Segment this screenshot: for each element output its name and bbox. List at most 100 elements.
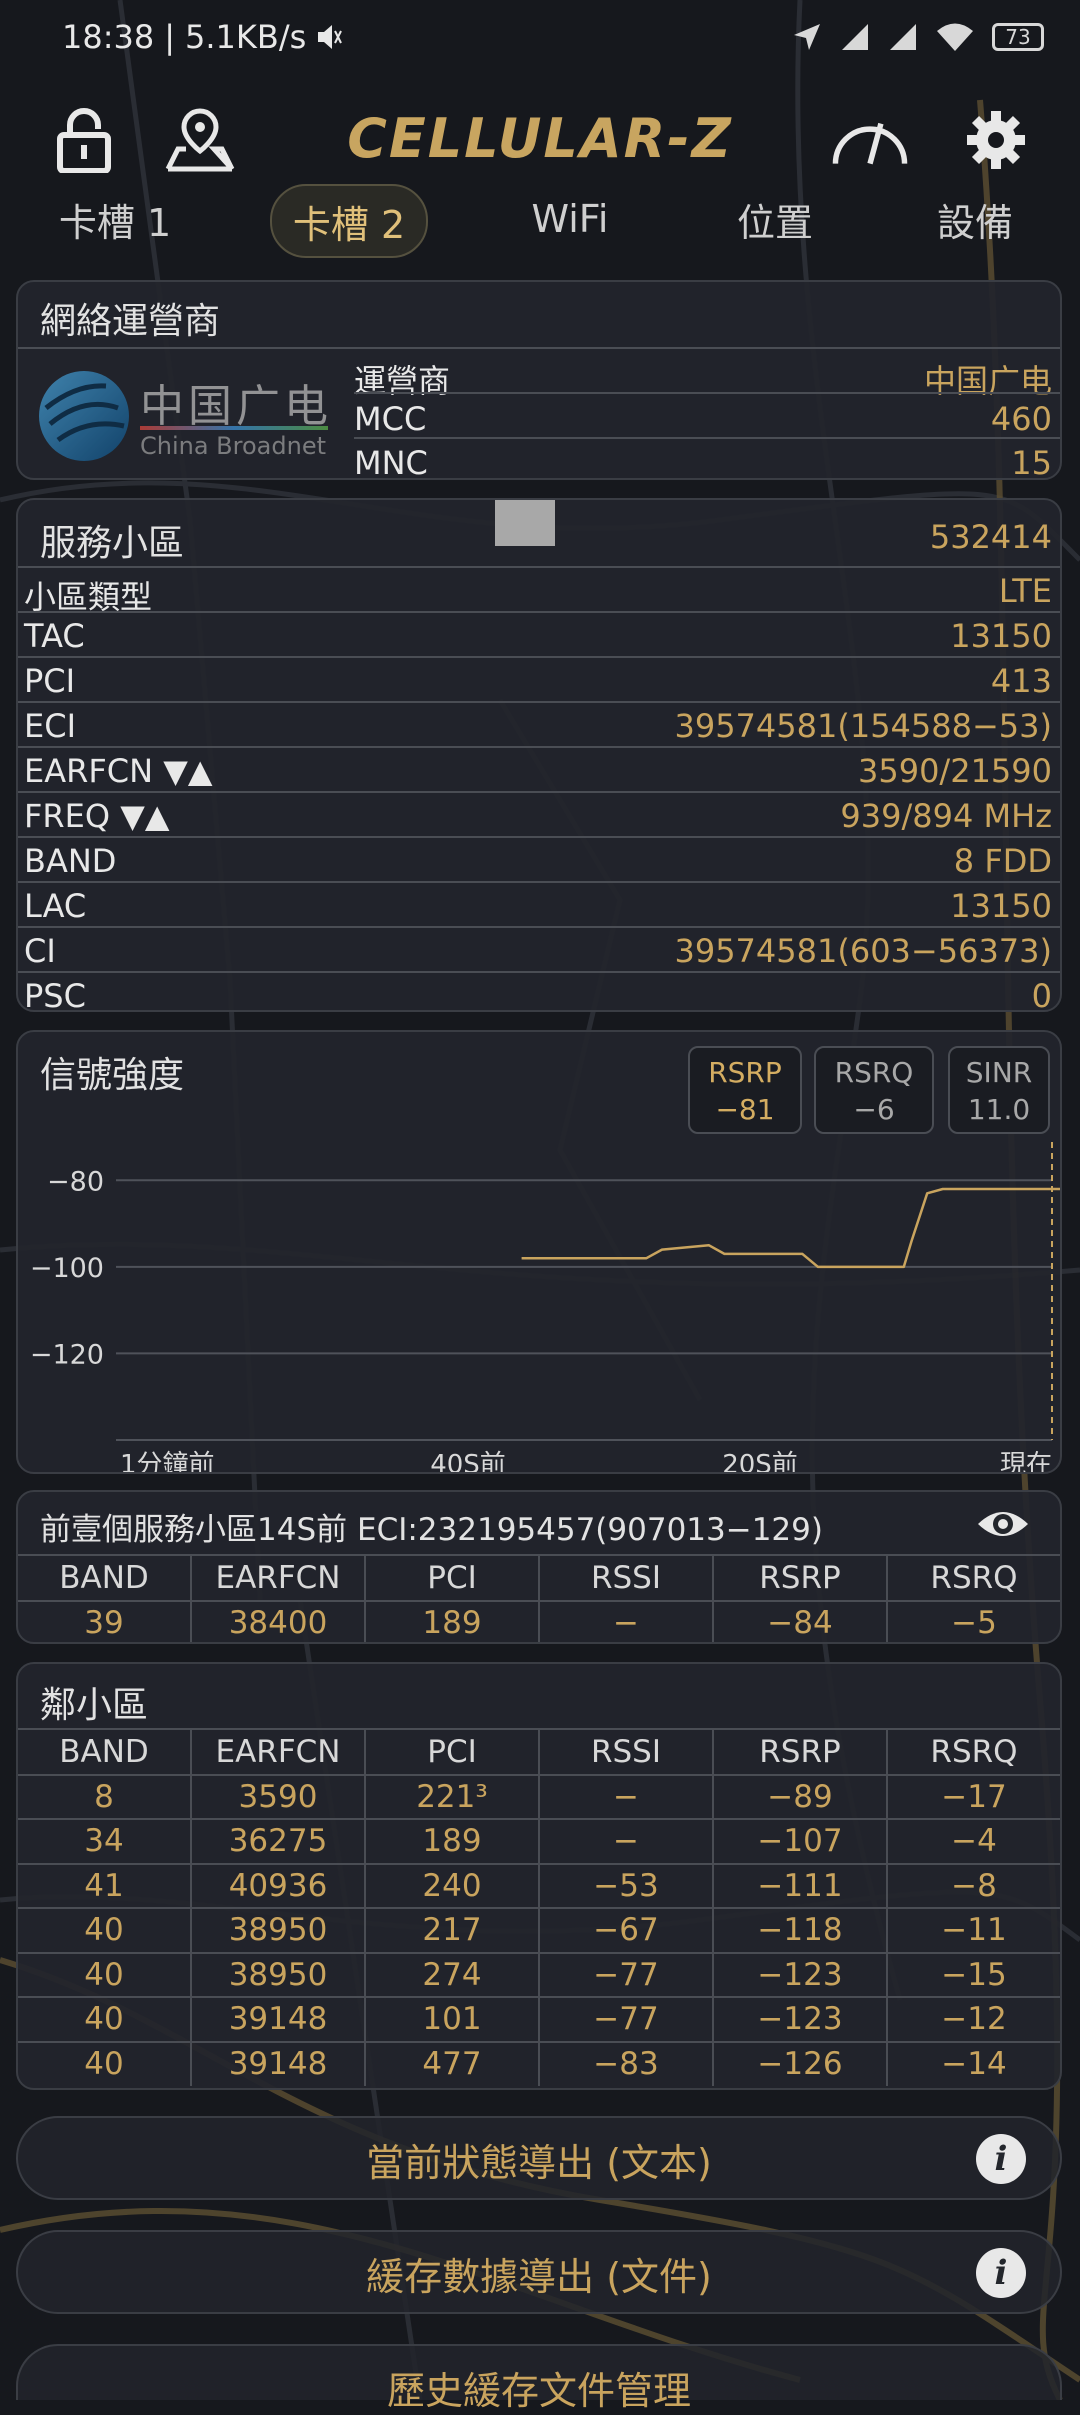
table-row: 39 38400 189− −84 −5 <box>18 1600 1060 1642</box>
tab-sim1[interactable]: 卡槽 1 <box>40 184 190 254</box>
neighbors-title: 鄰小區 <box>40 1685 149 1726</box>
table-cell: −8 <box>951 1867 997 1904</box>
status-left: 18:38 | 5.1KB/s <box>62 18 343 56</box>
tab-location[interactable]: 位置 <box>700 184 850 254</box>
history-files-button[interactable]: 歷史緩存文件管理 <box>16 2344 1062 2413</box>
battery-icon: 73 <box>992 23 1044 51</box>
table-row: 40 38950 217 −67 −118 −11 <box>18 1908 1060 1952</box>
table-cell: 40 <box>18 1908 192 1952</box>
table-cell: −15 <box>941 1956 1007 1993</box>
table-cell: 39148 <box>192 2041 366 2086</box>
tab-wifi[interactable]: WiFi <box>500 184 640 254</box>
serving-row[interactable]: BAND 8 FDD <box>18 838 1060 883</box>
export-text-button[interactable]: 當前狀態導出 (文本) i <box>16 2116 1062 2200</box>
info-icon[interactable]: i <box>976 2134 1026 2184</box>
column-header: RSSI <box>540 1556 714 1600</box>
eye-icon[interactable] <box>976 1506 1030 1542</box>
signal-icon <box>890 24 916 50</box>
serving-row[interactable]: TAC 13150 <box>18 613 1060 658</box>
history-files-label: 歷史緩存文件管理 <box>386 2369 691 2413</box>
table-cell: −111 <box>714 1863 888 1908</box>
app-logo: CELLULAR-Z <box>347 106 733 170</box>
table-cell: 274 <box>366 1952 540 1997</box>
previous-title: 前壹個服務小區14S前 ECI:232195457(907013−129) <box>40 1512 823 1548</box>
tab-sim2[interactable]: 卡槽 2 <box>270 184 428 258</box>
export-cache-label: 緩存數據導出 (文件) <box>366 2255 712 2299</box>
rsrp-box[interactable]: RSRP −81 <box>688 1046 802 1134</box>
operator-row: MNC 15 <box>354 444 1052 480</box>
y-tick-label: −120 <box>30 1339 104 1370</box>
column-header: BAND <box>18 1556 192 1600</box>
map-pin-icon[interactable] <box>160 100 240 180</box>
export-text-label: 當前狀態導出 (文本) <box>366 2141 712 2185</box>
table-cell: −4 <box>951 1823 997 1859</box>
table-cell: −77 <box>540 1997 714 2041</box>
table-cell: 39 <box>18 1600 192 1642</box>
serving-row[interactable]: EARFCN ▼▲ 3590/21590 <box>18 748 1060 793</box>
table-cell: 40 <box>18 1997 192 2041</box>
table-cell: −123 <box>714 1997 888 2041</box>
sinr-box[interactable]: SINR 11.0 <box>948 1046 1050 1134</box>
signal-icon <box>842 24 868 50</box>
speedometer-icon[interactable] <box>830 100 910 180</box>
serving-row[interactable]: PCI 413 <box>18 658 1060 703</box>
sinr-value: 11.0 <box>967 1093 1031 1126</box>
table-header: BAND EARFCN PCI RSSI RSRP RSRQ <box>18 1556 1060 1600</box>
info-icon[interactable]: i <box>976 2248 1026 2298</box>
export-cache-button[interactable]: 緩存數據導出 (文件) i <box>16 2230 1062 2314</box>
column-header: RSSI <box>540 1730 714 1774</box>
x-tick-label: 1分鐘前 <box>120 1450 215 1472</box>
table-row: 34 36275 189− −107 −4 <box>18 1819 1060 1863</box>
table-cell: − <box>540 1774 714 1819</box>
table-cell: 38400 <box>192 1600 366 1642</box>
rsrq-value: −6 <box>853 1093 895 1126</box>
table-row: 40 39148 101 −77 −123 −12 <box>18 1997 1060 2041</box>
table-cell: 189 <box>366 1600 540 1642</box>
x-tick-label: 20S前 <box>722 1450 798 1472</box>
column-header: RSRP <box>714 1556 888 1600</box>
lock-icon[interactable] <box>44 100 124 180</box>
signal-card: 信號強度 RSRP −81 RSRQ −6 SINR 11.0 −80 −100−… <box>16 1030 1062 1474</box>
table-cell: −126 <box>714 2041 888 2086</box>
serving-row[interactable]: CI 39574581(603−56373) <box>18 928 1060 973</box>
sinr-label: SINR <box>965 1056 1033 1089</box>
column-header: RSRP <box>714 1730 888 1774</box>
status-net-speed: 5.1KB/s <box>185 18 307 56</box>
table-cell: −118 <box>714 1908 888 1952</box>
status-bar: 18:38 | 5.1KB/s 73 <box>0 0 1080 86</box>
table-cell: 38950 <box>192 1908 366 1952</box>
settings-icon[interactable] <box>956 100 1036 180</box>
column-header: RSRQ <box>930 1734 1018 1770</box>
table-cell: −11 <box>941 1912 1007 1948</box>
table-row: 8 3590 221³ − −89 −17 <box>18 1774 1060 1819</box>
table-cell: 189 <box>366 1819 540 1863</box>
tab-device[interactable]: 設備 <box>900 184 1050 254</box>
serving-row[interactable]: LAC 13150 <box>18 883 1060 928</box>
serving-title: 服務小區 <box>40 523 185 564</box>
table-cell: 38950 <box>192 1952 366 1997</box>
serving-row[interactable]: 小區類型 LTE <box>18 568 1060 616</box>
serving-row[interactable]: ECI 39574581(154588−53) <box>18 703 1060 748</box>
wifi-icon <box>937 23 973 51</box>
operator-row: MCC 460 <box>354 400 1052 438</box>
serving-row[interactable]: FREQ ▼▲ 939/894 MHz <box>18 793 1060 838</box>
x-tick-label: 現在 <box>1000 1450 1052 1472</box>
table-cell: −67 <box>540 1908 714 1952</box>
operator-row: 運營商 中国广电 <box>354 362 1052 400</box>
table-cell: 477 <box>366 2041 540 2086</box>
column-header: EARFCN <box>192 1730 366 1774</box>
table-cell: −123 <box>714 1952 888 1997</box>
loading-indicator <box>495 500 555 546</box>
table-header: BAND EARFCN PCI RSSI RSRP RSRQ <box>18 1730 1060 1774</box>
table-row: 40 38950 274 −77 −123 −15 <box>18 1952 1060 1997</box>
table-cell: 8 <box>18 1774 192 1819</box>
signal-chart: −80 −100 −120 1分鐘前 40S前 20S前 現在 <box>30 1142 1060 1472</box>
rsrq-box[interactable]: RSRQ −6 <box>814 1046 934 1134</box>
table-cell: −14 <box>941 2045 1007 2082</box>
serving-cell-card: 服務小區 532414 小區類型 LTE TAC 13150 PCI 413 ECI 3957… <box>16 498 1062 1012</box>
table-cell: 3590 <box>192 1774 366 1819</box>
neighbor-cells-card: 鄰小區 BAND EARFCN PCI RSSI RSRP RSRQ 8 3590 221³ − −… <box>16 1662 1062 2090</box>
operator-title: 網絡運營商 <box>40 301 221 342</box>
serving-row[interactable]: PSC 0 <box>18 973 1060 1010</box>
rsrp-series-line <box>521 1187 1060 1269</box>
